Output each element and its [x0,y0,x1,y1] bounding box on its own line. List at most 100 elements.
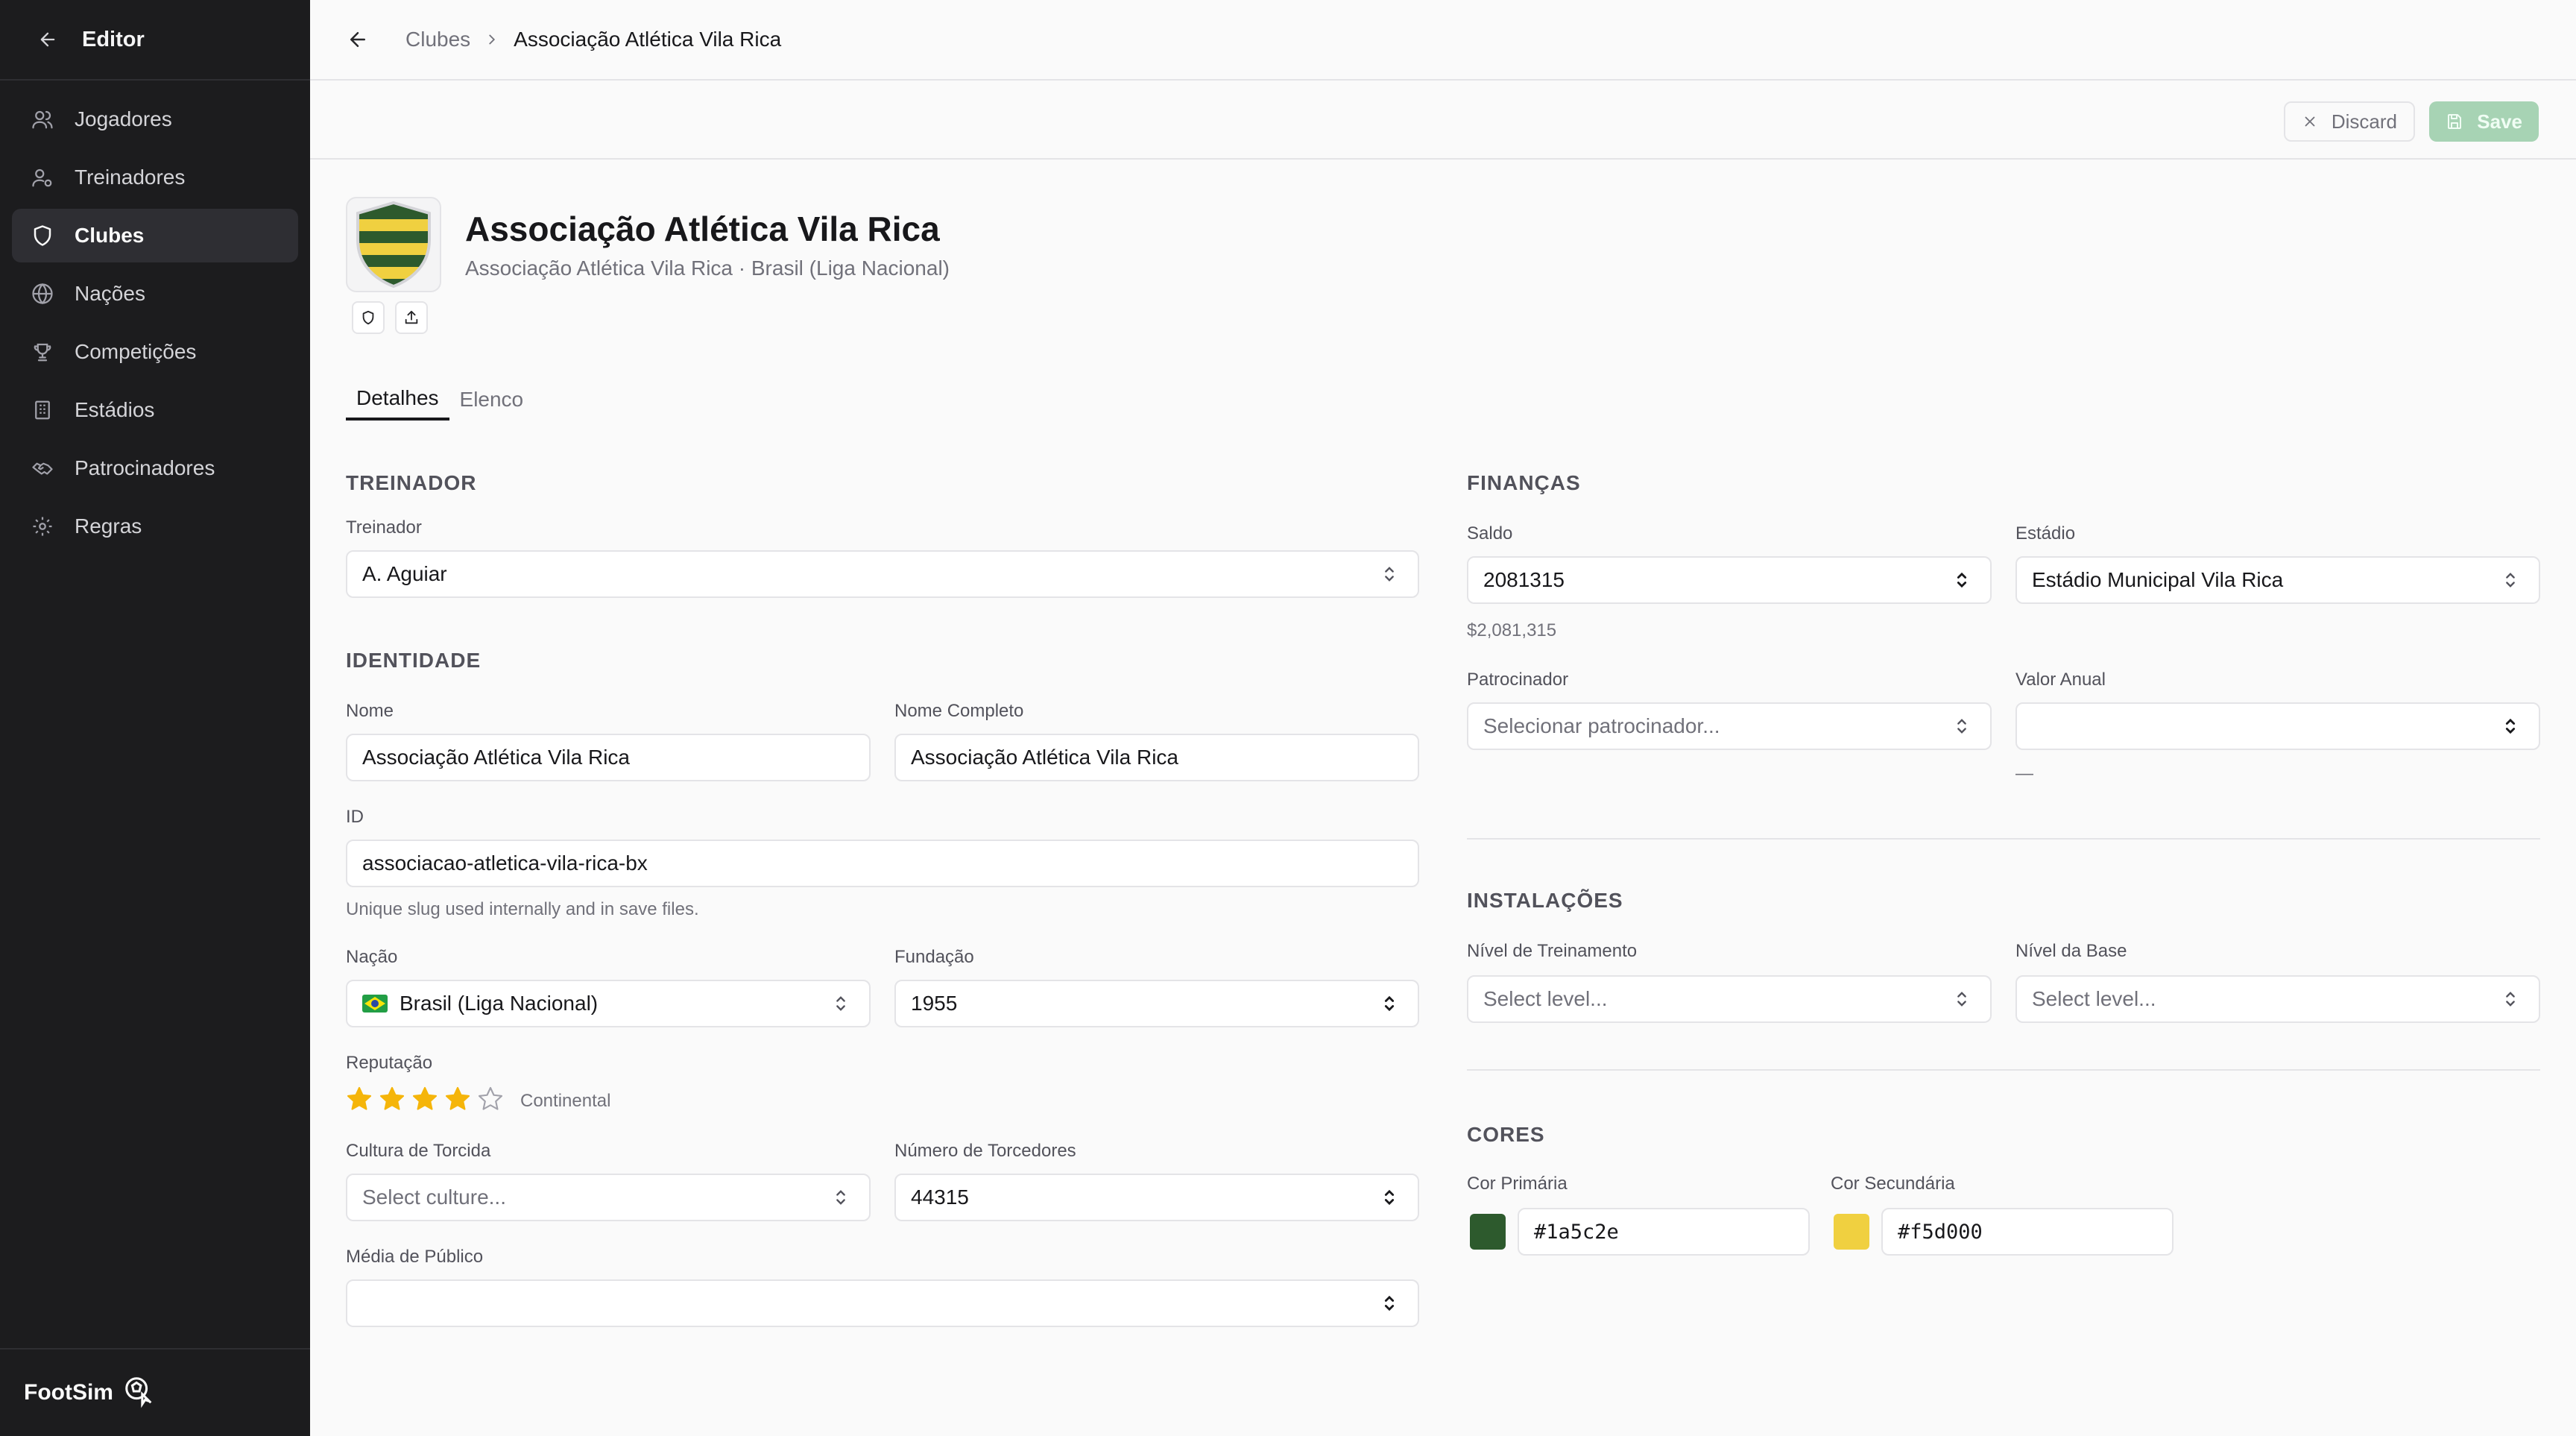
base-select[interactable]: Select level... [2015,975,2540,1023]
saldo-formatted: $2,081,315 [1467,620,1557,640]
nacao-label: Nação [346,947,398,967]
publico-stepper[interactable] [346,1279,1419,1327]
cor-secundaria-swatch[interactable] [1834,1214,1869,1250]
sidebar-item-treinadores[interactable]: Treinadores [12,151,298,204]
fundacao-label: Fundação [894,947,974,967]
nacao-select[interactable]: Brasil (Liga Nacional) [346,980,871,1027]
cor-primaria-input[interactable]: #1a5c2e [1518,1208,1810,1256]
nacao-value: Brasil (Liga Nacional) [400,992,599,1015]
tab-detalhes[interactable]: Detalhes [346,379,449,421]
stepper-icon[interactable] [1379,993,1400,1014]
cor-secundaria-label: Cor Secundária [1831,1174,1955,1194]
saldo-value: 2081315 [1483,568,1565,591]
saldo-stepper[interactable]: 2081315 [1467,556,1992,604]
section-financas: FINANÇAS [1467,471,1581,494]
tab-elenco[interactable]: Elenco [449,379,534,421]
chevron-updown-icon [830,993,851,1014]
sidebar-item-regras[interactable]: Regras [12,500,298,553]
nome-value: Associação Atlética Vila Rica [362,746,630,769]
fundacao-stepper[interactable]: 1955 [894,980,1419,1027]
stepper-icon[interactable] [1379,1293,1400,1314]
sidebar-item-label: Treinadores [75,166,186,189]
nome-label: Nome [346,701,394,721]
shield-icon [362,310,374,325]
gear-icon [30,514,55,539]
building-icon [30,397,55,423]
section-cores: CORES [1467,1123,1545,1146]
cor-secundaria-input[interactable]: #f5d000 [1881,1208,2174,1256]
torcedores-stepper[interactable]: 44315 [894,1174,1419,1221]
star-empty-icon[interactable] [477,1086,504,1116]
treinador-value: A. Aguiar [362,562,447,585]
nome-completo-input[interactable]: Associação Atlética Vila Rica [894,734,1419,781]
sidebar-item-label: Regras [75,514,142,538]
chevron-updown-icon [1951,716,1972,737]
crest-shield-button[interactable] [352,301,385,334]
save-label: Save [2477,110,2522,133]
cor-primaria-value: #1a5c2e [1534,1220,1619,1244]
shield-icon [30,223,55,248]
brazil-flag-icon [362,995,388,1013]
id-input[interactable]: associacao-atletica-vila-rica-bx [346,840,1419,887]
sidebar-item-label: Nações [75,282,145,305]
chevron-updown-icon [2500,570,2521,591]
star-filled-icon[interactable] [411,1086,438,1116]
chevron-updown-icon [830,1187,851,1208]
back-arrow-icon[interactable] [346,28,370,51]
treinador-label: Treinador [346,517,422,538]
treino-select[interactable]: Select level... [1467,975,1992,1023]
sidebar-item-competicoes[interactable]: Competições [12,325,298,379]
section-identidade: IDENTIDADE [346,649,482,672]
treinador-select[interactable]: A. Aguiar [346,550,1419,598]
fundacao-value: 1955 [911,992,958,1015]
reputacao-label: Reputação [346,1053,433,1073]
sidebar-item-patrocinadores[interactable]: Patrocinadores [12,441,298,495]
section-treinador: TREINADOR [346,471,477,494]
chevron-updown-icon [1951,989,1972,1010]
discard-label: Discard [2331,110,2397,133]
estadio-select[interactable]: Estádio Municipal Vila Rica [2015,556,2540,604]
stepper-icon[interactable] [1379,1187,1400,1208]
cor-primaria-swatch[interactable] [1470,1214,1506,1250]
stepper-icon[interactable] [2500,716,2521,737]
patrocinador-select[interactable]: Selecionar patrocinador... [1467,702,1992,750]
breadcrumb-parent[interactable]: Clubes [405,28,470,51]
action-bar: Discard Save [310,81,2576,160]
id-value: associacao-atletica-vila-rica-bx [362,851,648,875]
estadio-value: Estádio Municipal Vila Rica [2032,568,2284,591]
crest-upload-button[interactable] [395,301,428,334]
valor-stepper[interactable] [2015,702,2540,750]
discard-button[interactable]: Discard [2283,101,2415,142]
save-icon [2446,113,2463,130]
brand-name: FootSim [24,1380,113,1405]
treino-placeholder: Select level... [1483,987,1608,1010]
stepper-icon[interactable] [1951,570,1972,591]
sidebar: Editor Jogadores Treinadores Clubes Naçõ… [0,0,310,1436]
star-filled-icon[interactable] [346,1086,373,1116]
torcedores-value: 44315 [911,1185,969,1209]
sidebar-item-jogadores[interactable]: Jogadores [12,92,298,146]
sidebar-item-estadios[interactable]: Estádios [12,383,298,437]
save-button[interactable]: Save [2429,101,2539,142]
star-filled-icon[interactable] [444,1086,471,1116]
sidebar-item-clubes[interactable]: Clubes [12,209,298,262]
patrocinador-label: Patrocinador [1467,670,1569,690]
upload-icon [405,310,418,324]
patrocinador-placeholder: Selecionar patrocinador... [1483,714,1720,737]
soccer-ball-cursor-icon [122,1374,157,1412]
cor-primaria-label: Cor Primária [1467,1174,1568,1194]
nome-input[interactable]: Associação Atlética Vila Rica [346,734,871,781]
star-filled-icon[interactable] [379,1086,405,1116]
crest-actions [352,301,428,334]
sidebar-item-nacoes[interactable]: Nações [12,267,298,321]
nome-completo-value: Associação Atlética Vila Rica [911,746,1178,769]
valor-label: Valor Anual [2015,670,2106,690]
id-hint: Unique slug used internally and in save … [346,899,699,919]
cultura-select[interactable]: Select culture... [346,1174,871,1221]
section-instalacoes: INSTALAÇÕES [1467,889,1623,912]
reputacao-text: Continental [520,1090,611,1111]
club-crest [346,197,441,292]
reputacao-stars[interactable]: Continental [346,1086,610,1116]
back-arrow-icon[interactable] [36,28,60,51]
cor-secundaria-value: #f5d000 [1898,1220,1983,1244]
